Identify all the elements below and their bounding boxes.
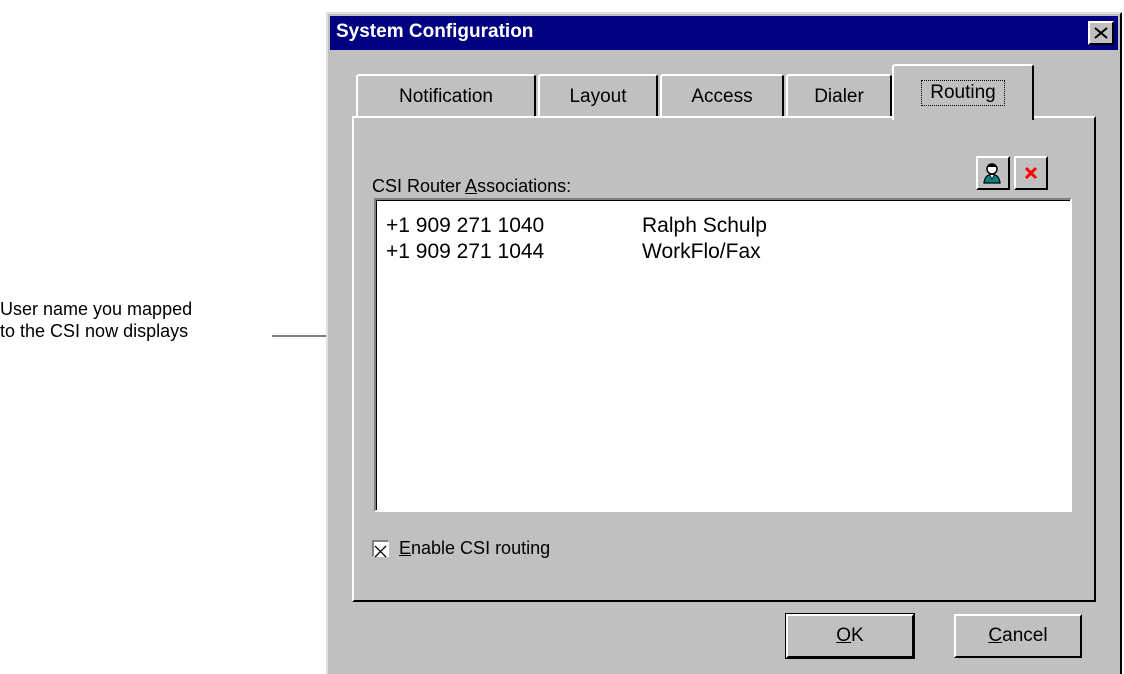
routing-panel: CSI Router Associations: +1 909 271 1040… (352, 116, 1096, 602)
title-bar[interactable]: System Configuration (330, 16, 1118, 50)
system-configuration-dialog: System Configuration Notification Layout… (326, 12, 1122, 674)
tab-dialer[interactable]: Dialer (786, 74, 892, 118)
user-name: Ralph Schulp (642, 214, 767, 237)
list-item[interactable]: +1 909 271 1040 Ralph Schulp (386, 214, 986, 240)
callout-line-1: User name you mapped (0, 299, 193, 319)
callout-line-2: to the CSI now displays (0, 321, 189, 341)
tab-label: Notification (399, 86, 493, 107)
close-button[interactable] (1088, 21, 1114, 45)
delete-association-button[interactable] (1014, 156, 1048, 190)
enable-csi-routing-option[interactable]: Enable CSI routing (372, 536, 550, 560)
tab-label: Routing (921, 80, 1005, 106)
callout-annotation: User name you mapped to the CSI now disp… (0, 298, 270, 342)
delete-x-icon (1024, 166, 1038, 180)
csi-number: +1 909 271 1044 (386, 240, 545, 263)
tab-label: Dialer (814, 86, 864, 107)
enable-csi-routing-label: Enable CSI routing (399, 537, 551, 558)
user-add-icon (983, 163, 1001, 184)
cancel-button-label: Cancel (988, 625, 1048, 646)
ok-button-label: OK (836, 625, 864, 646)
tab-routing[interactable]: Routing (892, 64, 1034, 120)
checkbox-cross-icon (374, 545, 387, 557)
csi-router-associations-label: CSI Router Associations: (372, 176, 572, 196)
add-association-button[interactable] (976, 156, 1010, 190)
user-name: WorkFlo/Fax (642, 240, 761, 263)
close-icon (1094, 27, 1108, 39)
ok-button[interactable]: OK (785, 613, 915, 659)
tab-notification[interactable]: Notification (356, 74, 536, 118)
enable-csi-routing-checkbox[interactable] (372, 539, 389, 557)
dialog-title: System Configuration (336, 21, 534, 42)
cancel-button[interactable]: Cancel (954, 614, 1082, 658)
tab-layout[interactable]: Layout (538, 74, 658, 118)
list-item[interactable]: +1 909 271 1044 WorkFlo/Fax (386, 240, 986, 266)
tab-access[interactable]: Access (660, 74, 784, 118)
csi-number: +1 909 271 1040 (386, 214, 545, 237)
tab-label: Layout (569, 86, 627, 107)
csi-associations-listbox[interactable]: +1 909 271 1040 Ralph Schulp +1 909 271 … (374, 198, 1072, 512)
tab-label: Access (691, 86, 753, 107)
